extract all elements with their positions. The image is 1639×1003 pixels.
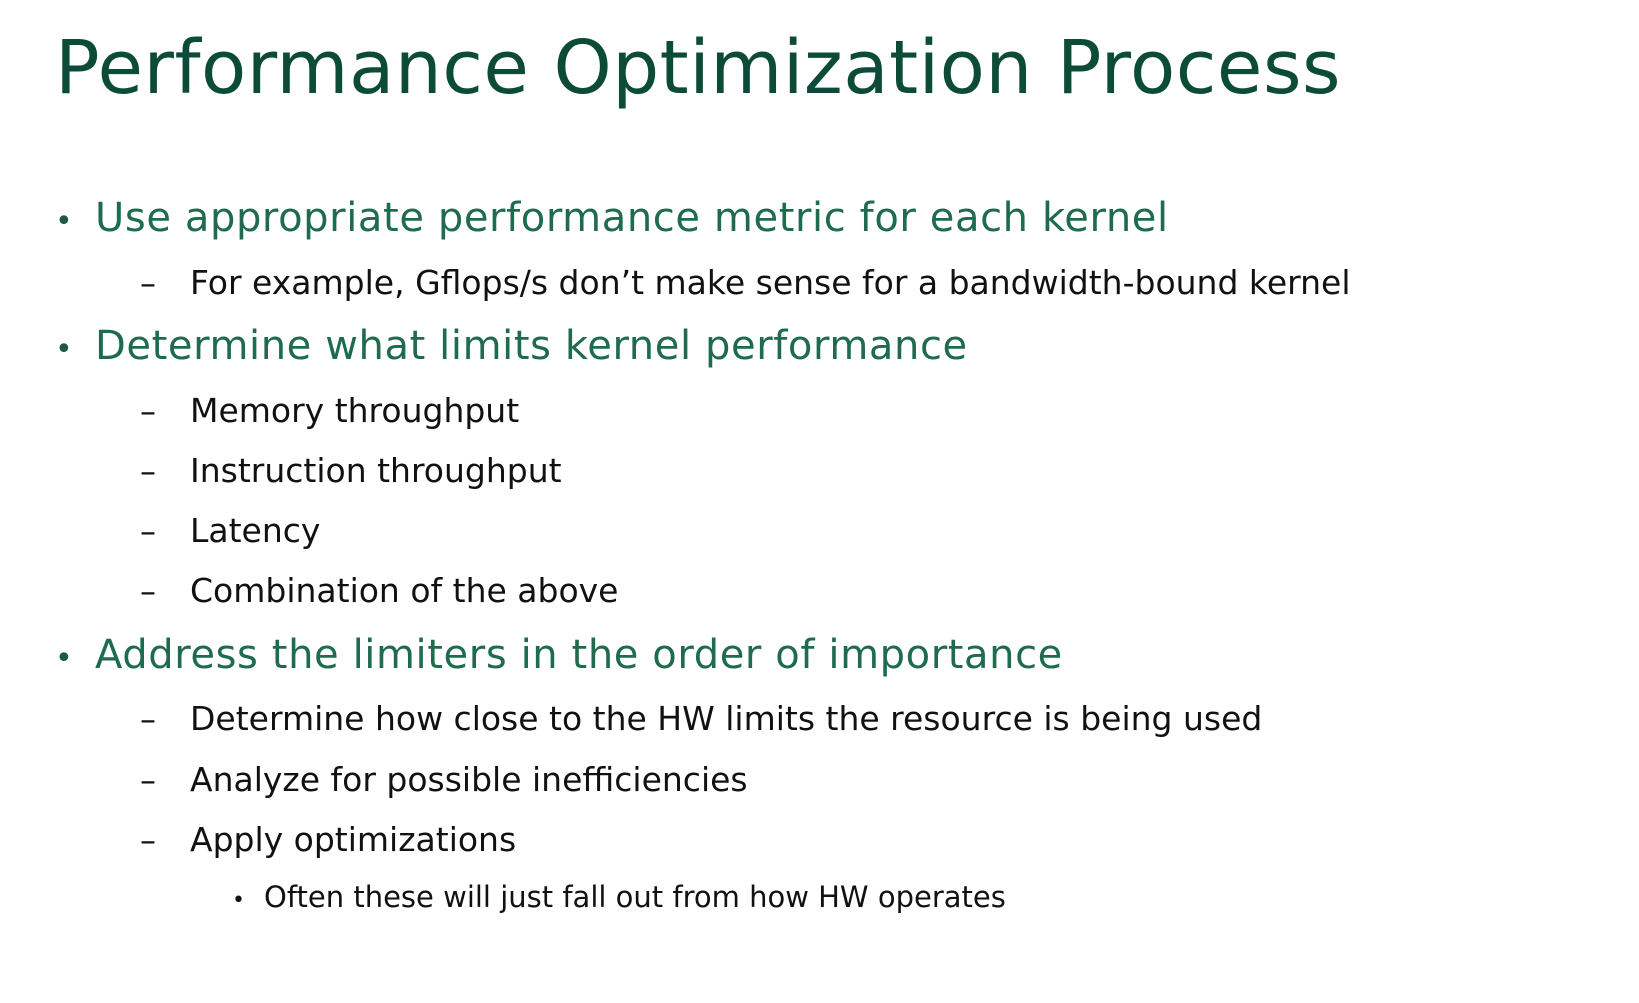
sub-bullet-marker: – — [140, 392, 156, 430]
sub-bullet-text: Apply optimizations — [190, 820, 517, 859]
sub-bullet-item: – Latency — [140, 506, 320, 556]
sub-bullet-item: – Combination of the above — [140, 566, 618, 616]
bullet-marker: • — [55, 204, 73, 239]
sub-bullet-text: Combination of the above — [190, 571, 619, 610]
slide: Performance Optimization Process • Use ap… — [0, 0, 1639, 1003]
bullet-text: Determine what limits kernel performance — [95, 323, 968, 369]
bullet-item: • Address the limiters in the order of im… — [55, 627, 1063, 683]
bullet-text: Address the limiters in the order of imp… — [95, 632, 1063, 678]
bullet-text: Use appropriate performance metric for e… — [95, 195, 1169, 241]
sub-bullet-marker: – — [140, 452, 156, 490]
sub-bullet-item: – Analyze for possible inefficiencies — [140, 755, 748, 805]
sub-bullet-text: Latency — [190, 511, 321, 550]
sub-bullet-item: – For example, Gflops/s don’t make sense … — [140, 258, 1351, 308]
sub-bullet-marker: – — [140, 821, 156, 859]
sub-bullet-marker: – — [140, 761, 156, 799]
sub-sub-bullet-text: Often these will just fall out from how … — [264, 880, 1006, 914]
sub-bullet-marker: – — [140, 572, 156, 610]
sub-bullet-text: Memory throughput — [190, 391, 520, 430]
sub-bullet-text: Analyze for possible inefficiencies — [190, 760, 748, 799]
sub-bullet-text: Determine how close to the HW limits the… — [190, 699, 1263, 738]
sub-bullet-marker: – — [140, 700, 156, 738]
sub-bullet-item: – Apply optimizations — [140, 815, 516, 865]
sub-bullet-item: – Memory throughput — [140, 386, 519, 436]
bullet-item: • Use appropriate performance metric for … — [55, 190, 1169, 246]
sub-bullet-marker: – — [140, 264, 156, 302]
sub-bullet-text: Instruction throughput — [190, 451, 562, 490]
bullet-marker: • — [55, 332, 73, 367]
sub-bullet-text: For example, Gflops/s don’t make sense f… — [190, 263, 1351, 302]
sub-sub-bullet-item: • Often these will just fall out from how… — [232, 875, 1006, 919]
sub-sub-bullet-marker: • — [232, 888, 245, 913]
sub-bullet-item: – Determine how close to the HW limits th… — [140, 694, 1262, 744]
sub-bullet-marker: – — [140, 512, 156, 550]
bullet-marker: • — [55, 641, 73, 676]
bullet-item: • Determine what limits kernel performanc… — [55, 318, 968, 374]
sub-bullet-item: – Instruction throughput — [140, 446, 562, 496]
slide-title: Performance Optimization Process — [55, 25, 1342, 111]
